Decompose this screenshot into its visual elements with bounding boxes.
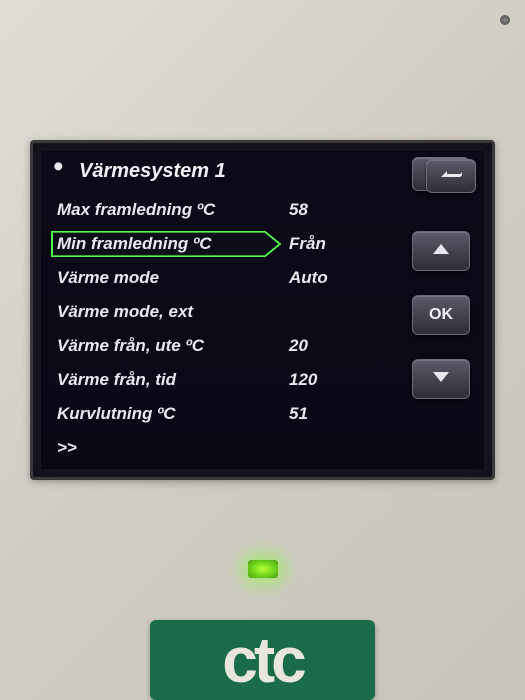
- setting-label: Max framledning ºC: [51, 197, 281, 223]
- setting-row-varme-mode[interactable]: Värme mode Auto: [51, 262, 402, 294]
- setting-row-varme-fran-tid[interactable]: Värme från, tid 120: [51, 364, 402, 396]
- main-content: Värmesystem 1 Max framledning ºC 58 Min …: [41, 151, 412, 469]
- setting-value: 120: [281, 370, 317, 390]
- screw: [500, 15, 510, 25]
- setting-label: Värme mode, ext: [51, 299, 281, 325]
- up-button[interactable]: [412, 231, 470, 271]
- brand-plate: ctc: [150, 620, 375, 700]
- status-led: [248, 560, 278, 578]
- ok-button[interactable]: OK: [412, 295, 470, 335]
- setting-value: 58: [281, 200, 308, 220]
- triangle-down-icon: [432, 370, 450, 388]
- setting-label: Värme från, ute ºC: [51, 333, 281, 359]
- back-arrow-icon: [439, 167, 463, 186]
- setting-value: 51: [281, 404, 308, 424]
- setting-row-max-framledning[interactable]: Max framledning ºC 58: [51, 194, 402, 226]
- setting-value: 20: [281, 336, 308, 356]
- setting-value: Från: [281, 234, 326, 254]
- back-button[interactable]: [426, 159, 476, 193]
- screen-frame: Värmesystem 1 Max framledning ºC 58 Min …: [30, 140, 495, 480]
- setting-value: Auto: [281, 268, 328, 288]
- more-items-row[interactable]: >>: [51, 432, 402, 464]
- setting-row-kurvlutning[interactable]: Kurvlutning ºC 51: [51, 398, 402, 430]
- setting-row-varme-mode-ext[interactable]: Värme mode, ext: [51, 296, 402, 328]
- ok-label: OK: [429, 306, 453, 324]
- setting-label: Värme från, tid: [51, 367, 281, 393]
- down-button[interactable]: [412, 359, 470, 399]
- setting-label: Min framledning ºC: [51, 231, 281, 257]
- setting-label: Värme mode: [51, 265, 281, 291]
- side-button-panel: OK: [412, 151, 484, 469]
- more-indicator: >>: [51, 438, 77, 458]
- settings-list: Max framledning ºC 58 Min framledning ºC…: [51, 194, 402, 464]
- brand-logo: ctc: [222, 623, 303, 697]
- lcd-screen: Värmesystem 1 Max framledning ºC 58 Min …: [41, 151, 484, 469]
- setting-label: Kurvlutning ºC: [51, 401, 281, 427]
- setting-row-varme-fran-ute[interactable]: Värme från, ute ºC 20: [51, 330, 402, 362]
- setting-row-min-framledning[interactable]: Min framledning ºC Från: [51, 228, 402, 260]
- page-title: Värmesystem 1: [79, 160, 226, 183]
- triangle-up-icon: [432, 242, 450, 260]
- wrench-icon: [51, 159, 71, 184]
- screen-header: Värmesystem 1: [51, 159, 402, 184]
- device-bezel: Värmesystem 1 Max framledning ºC 58 Min …: [0, 0, 525, 700]
